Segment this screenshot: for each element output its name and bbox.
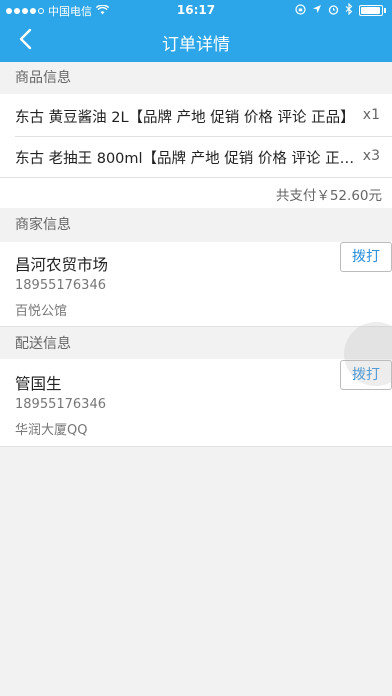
bluetooth-icon	[345, 2, 353, 18]
delivery-card: 管国生 18955176346 华润大厦QQ 拨打	[0, 359, 392, 446]
row-divider	[0, 177, 392, 178]
recipient-phone: 18955176346	[15, 397, 106, 412]
product-quantity: x3	[362, 148, 380, 164]
section-divider	[0, 446, 392, 447]
call-merchant-button[interactable]: 拨打	[340, 242, 392, 272]
merchant-section-header: 商家信息	[0, 208, 392, 242]
top-bar: 中国电信 16:17 订单详情	[0, 0, 392, 62]
product-row[interactable]: 东古 老抽王 800ml【品牌 产地 促销 价格 评论 正品】 x3	[0, 137, 392, 177]
location-icon	[312, 4, 322, 17]
merchant-name: 昌河农贸市场	[15, 256, 109, 274]
status-right	[295, 2, 386, 18]
product-name: 东古 黄豆酱油 2L【品牌 产地 促销 价格 评论 正品】	[15, 110, 355, 126]
recipient-name: 管国生	[15, 375, 62, 393]
total-paid: 共支付￥52.60元	[275, 188, 382, 204]
battery-cap	[384, 8, 386, 13]
nav-bar: 订单详情	[0, 20, 392, 62]
merchant-phone: 18955176346	[15, 278, 106, 293]
merchant-address: 百悦公馆	[15, 304, 68, 319]
goods-section-header: 商品信息	[0, 62, 392, 94]
page-title: 订单详情	[162, 35, 230, 55]
product-name: 东古 老抽王 800ml【品牌 产地 促销 价格 评论 正品】	[15, 151, 359, 167]
goods-section: 东古 黄豆酱油 2L【品牌 产地 促销 价格 评论 正品】 x1 东古 老抽王 …	[0, 94, 392, 208]
product-quantity: x1	[362, 107, 380, 123]
rotation-lock-icon	[295, 3, 306, 18]
alarm-icon	[328, 4, 339, 18]
merchant-card: 昌河农贸市场 18955176346 百悦公馆 拨打	[0, 242, 392, 326]
battery-icon	[359, 5, 383, 16]
delivery-section-header: 配送信息	[0, 327, 392, 359]
product-row[interactable]: 东古 黄豆酱油 2L【品牌 产地 促销 价格 评论 正品】 x1	[0, 96, 392, 136]
recipient-address: 华润大厦QQ	[15, 423, 88, 438]
status-bar: 中国电信 16:17	[0, 0, 392, 20]
